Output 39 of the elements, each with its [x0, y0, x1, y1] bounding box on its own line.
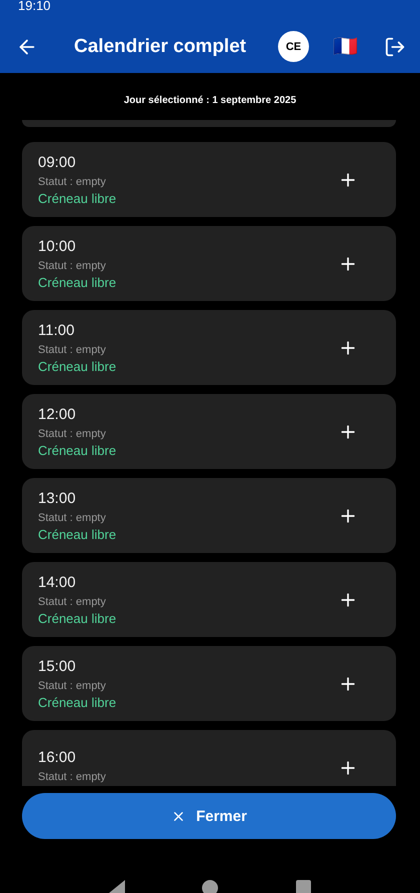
- slot-label: Créneau libre: [38, 610, 118, 626]
- slot-label: Créneau libre: [38, 274, 118, 290]
- slot-time: 16:00: [38, 749, 77, 766]
- home-nav-icon[interactable]: [202, 880, 218, 893]
- user-avatar[interactable]: CE: [278, 31, 309, 62]
- slot-card[interactable]: 09:00 Statut : empty Créneau libre: [22, 142, 396, 217]
- slot-label: Créneau libre: [38, 358, 118, 374]
- screen-title: Calendrier complet: [74, 36, 248, 58]
- slot-time: 15:00: [38, 658, 77, 674]
- slot-status: Statut : empty: [38, 176, 107, 188]
- slot-time: 14:00: [38, 574, 77, 590]
- close-button[interactable]: Fermer: [22, 793, 396, 839]
- slot-status: Statut : empty: [38, 428, 107, 440]
- slot-label: Créneau libre: [38, 442, 118, 458]
- logout-button[interactable]: [384, 36, 406, 58]
- slot-label: Créneau libre: [38, 190, 118, 206]
- slot-time: 10:00: [38, 238, 77, 254]
- slot-status: Statut : empty: [38, 260, 107, 272]
- slot-card[interactable]: 12:00 Statut : empty Créneau libre: [22, 394, 396, 469]
- slot-card[interactable]: 10:00 Statut : empty Créneau libre: [22, 226, 396, 301]
- slot-status: Statut : empty: [38, 771, 107, 783]
- slot-status: Statut : empty: [38, 596, 107, 608]
- selected-day: Jour sélectionné : 1 septembre 2025: [0, 95, 420, 106]
- slot-card[interactable]: 16:00 Statut : empty: [22, 730, 396, 786]
- slot-status: Statut : empty: [38, 680, 107, 692]
- slot-card[interactable]: 14:00 Statut : empty Créneau libre: [22, 562, 396, 637]
- slot-card[interactable]: 13:00 Statut : empty Créneau libre: [22, 478, 396, 553]
- slot-status: Statut : empty: [38, 512, 107, 524]
- slot-time: 11:00: [38, 322, 76, 338]
- slot-card[interactable]: 15:00 Statut : empty Créneau libre: [22, 646, 396, 721]
- slot-time: 12:00: [38, 406, 77, 422]
- recents-nav-icon[interactable]: [296, 880, 312, 893]
- status-time: 19:10: [18, 0, 51, 12]
- slot-time: 09:00: [38, 154, 77, 170]
- slot-time: 13:00: [38, 490, 77, 506]
- slot-status: Statut : empty: [38, 344, 107, 356]
- slot-label: Créneau libre: [38, 526, 118, 542]
- slot-card[interactable]: 11:00 Statut : empty Créneau libre: [22, 310, 396, 385]
- slot-label: Créneau libre: [38, 694, 118, 710]
